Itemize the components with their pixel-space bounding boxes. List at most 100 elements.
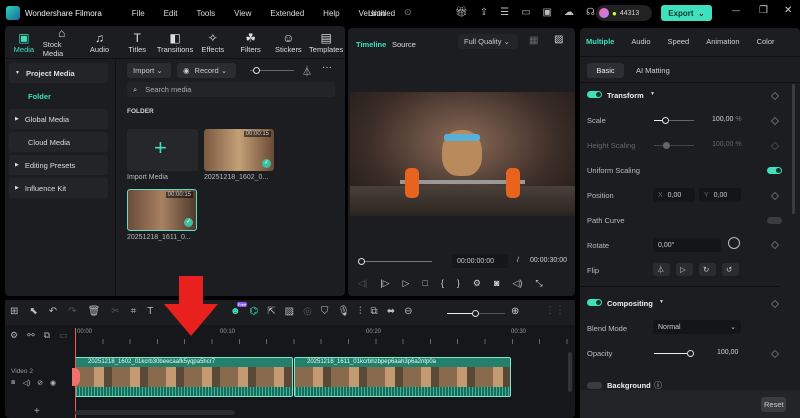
tab-filters[interactable]: ☘ Filters xyxy=(232,27,270,57)
close-button[interactable]: ✕ xyxy=(784,5,792,16)
zoom-out-icon[interactable]: ⊖ xyxy=(404,306,412,317)
rotate-right-icon[interactable]: ↻ xyxy=(699,263,716,276)
image-edit-icon[interactable]: ▨ xyxy=(285,306,294,317)
sidebar-item-cloud-media[interactable]: Cloud Media xyxy=(9,132,108,152)
tab-titles[interactable]: T Titles xyxy=(118,27,156,57)
ai-tool-icon[interactable]: ⌬ xyxy=(250,306,259,317)
timeline-clip-2[interactable]: 20251218_1611_01kcrbhzbpep6aah3p6a2ntp0a xyxy=(294,357,511,397)
minimize-button[interactable]: — xyxy=(732,6,740,15)
tab-media[interactable]: ▣ Media xyxy=(5,27,43,57)
next-frame-icon[interactable]: |▷ xyxy=(380,278,389,289)
record-button[interactable]: ◉ Record ⌄ xyxy=(177,63,236,78)
timeline-clip-1[interactable]: 20251218_1602_01kcrb30beecaafk5yqpa5hcr7 xyxy=(75,357,293,397)
prev-frame-icon[interactable]: ◁| xyxy=(358,278,367,289)
scale-slider[interactable] xyxy=(654,120,694,121)
sidebar-item-editing-presets[interactable]: ▶ Editing Presets xyxy=(9,155,108,175)
track-lock-icon[interactable]: ⧈ xyxy=(11,379,15,387)
tab-multiple[interactable]: Multiple xyxy=(586,37,614,46)
subtab-basic[interactable]: Basic xyxy=(587,63,624,78)
rotate-field[interactable]: 0,00° xyxy=(653,238,721,252)
export-frame-icon[interactable]: ⇱ xyxy=(267,306,275,317)
tasks-icon[interactable]: ☰ xyxy=(500,7,509,18)
audio-mixer-icon[interactable]: ⫶ xyxy=(359,306,362,317)
add-track-icon[interactable]: + xyxy=(34,406,40,417)
menu-help[interactable]: Help xyxy=(323,9,339,18)
tab-audio-props[interactable]: Audio xyxy=(631,37,650,46)
play-icon[interactable]: ▷ xyxy=(403,278,410,289)
flip-horizontal-icon[interactable]: ⏃ xyxy=(653,263,670,276)
camera-icon[interactable]: ◙ xyxy=(494,278,499,289)
compositing-toggle[interactable] xyxy=(587,299,602,306)
tab-animation[interactable]: Animation xyxy=(706,37,739,46)
restore-button[interactable]: ❐ xyxy=(759,5,768,16)
zoom-knob[interactable] xyxy=(472,310,479,317)
ai-copilot-icon[interactable]: ☻ Free xyxy=(230,302,248,317)
import-media-tile[interactable]: + xyxy=(127,129,198,171)
uniform-scaling-toggle[interactable] xyxy=(767,167,782,174)
collapse-icon[interactable]: ▼ xyxy=(659,299,664,305)
collapse-icon[interactable]: ▼ xyxy=(650,91,655,97)
stop-icon[interactable]: □ xyxy=(422,278,427,289)
tab-audio[interactable]: ♫ Audio xyxy=(81,27,119,57)
panel-handle-icon[interactable]: ⋮⋮ xyxy=(545,305,565,316)
sidebar-item-project-media[interactable]: ▼ Project Media xyxy=(9,63,108,83)
position-x-field[interactable]: X 0,00 xyxy=(653,188,695,202)
mark-in-icon[interactable]: { xyxy=(441,278,444,289)
share-icon[interactable]: ⇪ xyxy=(480,7,488,18)
menu-tools[interactable]: Tools xyxy=(196,9,215,18)
fullscreen-icon[interactable]: ⤡ xyxy=(535,278,542,289)
track-visibility-icon[interactable]: ◉ xyxy=(50,379,56,387)
microphone-icon[interactable]: 🎙︎ xyxy=(337,306,350,317)
menu-file[interactable]: File xyxy=(132,9,145,18)
search-input[interactable]: ⌕ Search media xyxy=(127,82,335,97)
tab-color[interactable]: Color xyxy=(757,37,775,46)
volume-icon[interactable]: ◁) xyxy=(512,278,522,289)
media-thumb-2[interactable]: 00:00:15 ✓ xyxy=(127,189,197,231)
tab-stock-media[interactable]: ⌂ Stock Media xyxy=(43,26,81,58)
quality-select[interactable]: Full Quality ⌄ xyxy=(458,34,518,49)
timeline-scrollbar[interactable] xyxy=(75,410,235,415)
more-icon[interactable]: ··· xyxy=(322,62,332,73)
menu-extended[interactable]: Extended xyxy=(270,9,304,18)
opacity-knob[interactable] xyxy=(687,350,694,357)
playhead-handle[interactable] xyxy=(72,368,80,386)
undo-icon[interactable]: ↶ xyxy=(49,306,57,317)
track-icon[interactable]: ▭ xyxy=(59,330,68,341)
track-settings-icon[interactable]: ⚙ xyxy=(10,330,18,341)
playhead-knob[interactable] xyxy=(358,258,365,265)
mask-icon[interactable]: ⛉ xyxy=(321,306,329,317)
settings-icon[interactable]: ⚙ xyxy=(473,278,481,289)
delete-icon[interactable]: 🗑︎ xyxy=(88,306,101,317)
menu-edit[interactable]: Edit xyxy=(164,9,178,18)
video-preview[interactable] xyxy=(350,92,575,216)
avatar[interactable] xyxy=(599,8,609,18)
multicam-icon[interactable]: ⧉ xyxy=(371,306,378,317)
cloud-icon[interactable]: ☁ xyxy=(564,7,574,18)
zoom-in-icon[interactable]: ⊕ xyxy=(511,306,519,317)
tab-transitions[interactable]: ◧ Transitions xyxy=(156,27,194,57)
track-audio-icon[interactable]: ◁) xyxy=(22,379,30,387)
subtab-ai-matting[interactable]: AI Matting xyxy=(636,66,670,75)
thumb-size-knob[interactable] xyxy=(253,67,260,74)
opacity-slider[interactable] xyxy=(654,353,690,354)
tab-stickers[interactable]: ☺ Stickers xyxy=(269,27,307,57)
tab-templates[interactable]: ▤ Templates xyxy=(307,27,345,57)
scale-knob[interactable] xyxy=(662,117,669,124)
reset-button[interactable]: Reset xyxy=(761,397,786,412)
position-y-field[interactable]: Y 0,00 xyxy=(699,188,741,202)
monitor-icon[interactable]: ▭ xyxy=(521,7,530,18)
snapshot-view-icon[interactable]: ▨ xyxy=(554,34,563,45)
text-icon[interactable]: T xyxy=(147,306,153,317)
media-thumb-1[interactable]: 00:00:15 ✓ xyxy=(204,129,274,171)
tab-speed[interactable]: Speed xyxy=(668,37,690,46)
menu-view[interactable]: View xyxy=(234,9,251,18)
crop-icon[interactable]: ⌗ xyxy=(131,306,137,317)
rotate-left-icon[interactable]: ↺ xyxy=(722,263,739,276)
import-button[interactable]: Import ⌄ xyxy=(127,63,171,78)
transform-toggle[interactable] xyxy=(587,91,602,98)
fit-icon[interactable]: ⬌ xyxy=(387,306,395,317)
tab-effects[interactable]: ✧ Effects xyxy=(194,27,232,57)
timeline-vertical-scrollbar[interactable] xyxy=(568,352,572,392)
playback-scrubber[interactable] xyxy=(362,261,432,262)
tab-source[interactable]: Source xyxy=(392,40,416,49)
